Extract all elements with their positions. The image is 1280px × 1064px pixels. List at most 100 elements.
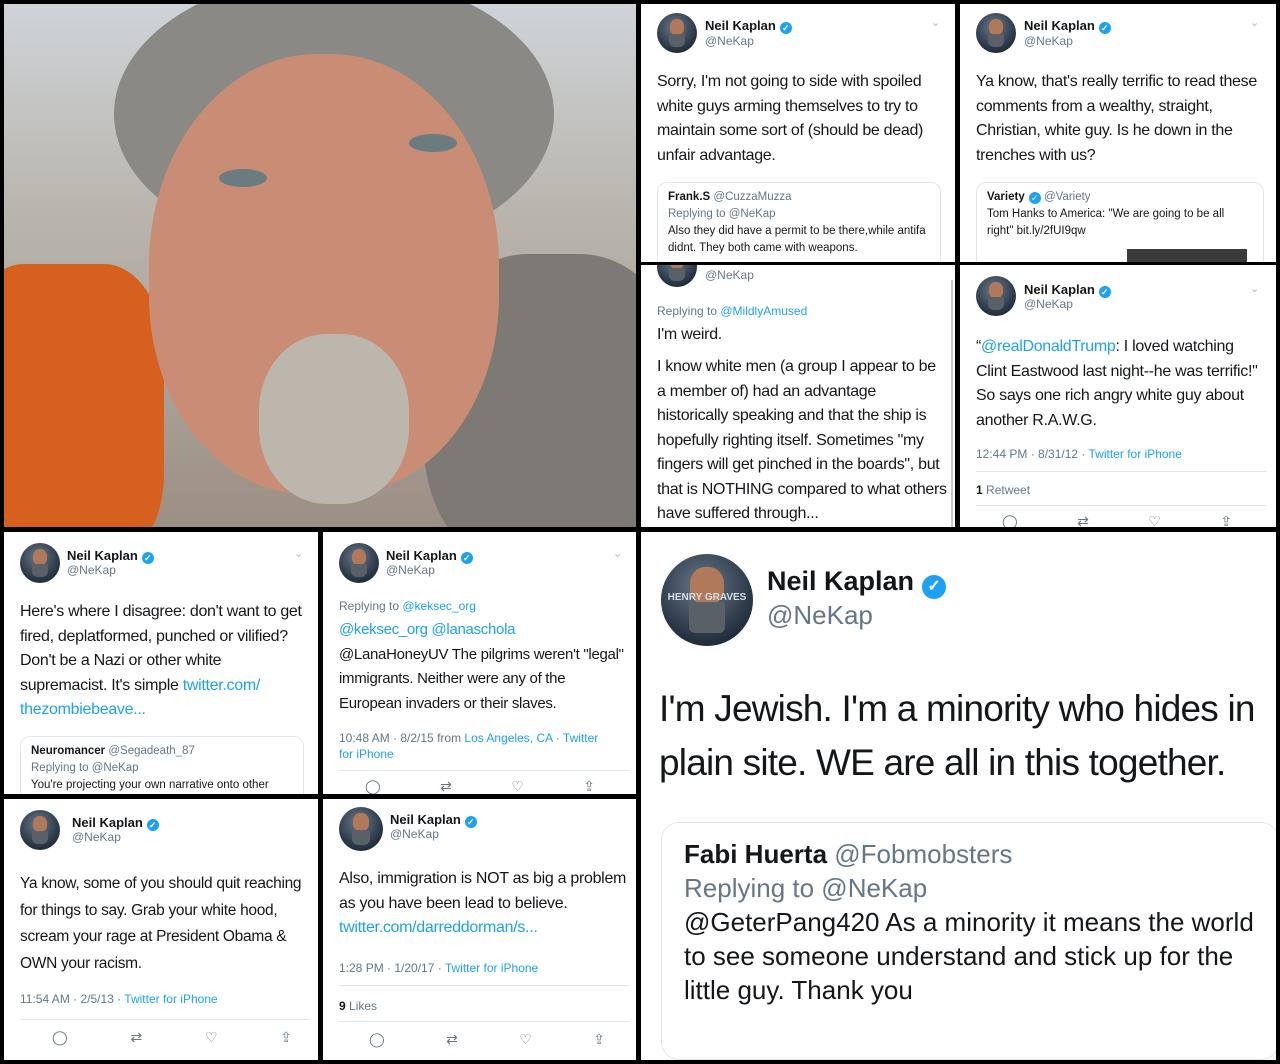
handle[interactable]: @NeKap [386,563,435,577]
retweet-icon[interactable]: ⇄ [440,778,452,794]
tweet-card-3[interactable]: @NeKap Replying to @MildlyAmused I'm wei… [641,265,955,527]
name-text: Neil Kaplan [1024,18,1095,33]
chevron-down-icon[interactable]: ⌄ [1250,282,1259,295]
avatar-badge-text: HENRY GRAVES [667,592,747,603]
avatar[interactable] [657,265,697,287]
handle[interactable]: @NeKap [72,830,121,844]
display-name[interactable]: Neil Kaplan ✓ [386,548,473,564]
time-text: 11:54 AM · 2/5/13 · [20,992,125,1006]
tweet-card-8[interactable]: Neil Kaplan ✓ @NeKap Also, immigration is… [323,799,636,1060]
reply-context: Replying to @MildlyAmused [657,304,807,318]
time-text: 10:48 AM · 8/2/15 from [339,731,465,745]
avatar[interactable] [976,13,1016,53]
share-icon[interactable]: ⇪ [1220,513,1232,527]
retweet-number: 1 [976,483,983,497]
display-name[interactable]: Neil Kaplan ✓ [1024,18,1111,34]
verified-icon: ✓ [1098,22,1111,34]
chevron-down-icon[interactable]: ⌄ [613,547,622,560]
quote-reply: Replying to @NeKap [684,873,928,903]
reply-icon[interactable]: ◯ [365,778,381,794]
quoted-tweet[interactable]: Neuromancer @Segadeath_87 Replying to @N… [20,736,304,794]
tweet-text: Ya know, some of you should quit reachin… [20,875,302,972]
quoted-tweet[interactable]: Fabi Huerta @Fobmobsters Replying to @Ne… [661,822,1276,1060]
verified-icon: ✓ [146,819,159,831]
separator: · [552,731,563,745]
avatar[interactable] [657,13,697,53]
tweet-card-5[interactable]: Neil Kaplan ✓ @NeKap ⌄ Here's where I dis… [4,532,318,794]
avatar[interactable] [20,543,60,583]
avatar[interactable] [20,810,60,850]
share-icon[interactable]: ⇪ [583,778,595,794]
tweet-card-4[interactable]: Neil Kaplan ✓ @NeKap ⌄ “@realDonaldTrump:… [960,265,1276,527]
display-name[interactable]: Neil Kaplan ✓ [1024,282,1111,298]
scrollbar[interactable] [951,280,953,527]
place-link[interactable]: Los Angeles, CA [464,731,552,745]
tweet-card-9[interactable]: HENRY GRAVES Neil Kaplan ✓ @NeKap I'm Jew… [641,532,1276,1060]
tweet-card-2[interactable]: Neil Kaplan ✓ @NeKap ⌄ Ya know, that's re… [960,4,1276,262]
handle[interactable]: @NeKap [390,827,439,841]
chevron-down-icon[interactable]: ⌄ [1250,16,1259,29]
source-link[interactable]: Twitter for iPhone [124,992,217,1006]
tweet-text: Here's where I disagree: don't want to g… [20,600,305,723]
tweet-card-1[interactable]: Neil Kaplan ✓ @NeKap ⌄ Sorry, I'm not goi… [641,4,955,262]
retweet-icon[interactable]: ⇄ [446,1031,458,1048]
heart-icon[interactable]: ♡ [519,1031,532,1048]
source-link[interactable]: Twitter for iPhone [1089,447,1182,461]
share-icon[interactable]: ⇪ [280,1029,292,1046]
tweet-card-7[interactable]: Neil Kaplan ✓ @NeKap Ya know, some of you… [4,799,318,1060]
action-bar: ◯ ⇄ ♡ ⇪ [52,1029,292,1046]
timestamp: 12:44 PM · 8/31/12 · Twitter for iPhone [976,447,1182,461]
tweet-card-6[interactable]: Neil Kaplan ✓ @NeKap ⌄ Replying to @kekse… [323,532,636,794]
mention-links[interactable]: @keksec_org @lanaschola [339,621,515,638]
reply-icon[interactable]: ◯ [52,1029,68,1046]
heart-icon[interactable]: ♡ [511,778,524,794]
avatar[interactable]: HENRY GRAVES [661,554,753,646]
source-link[interactable]: Twitter for iPhone [445,961,538,975]
reply-to-link[interactable]: @keksec_org [402,599,476,613]
mention-link[interactable]: @realDonaldTrump [981,338,1116,355]
display-name[interactable]: Neil Kaplan ✓ [767,566,947,599]
quote-text: Also they did have a permit to be there,… [668,225,926,254]
reply-icon[interactable]: ◯ [369,1031,385,1048]
divider [339,1021,629,1022]
retweet-icon[interactable]: ⇄ [130,1029,142,1046]
avatar[interactable] [339,543,379,583]
action-bar: ◯ ⇄ ♡ ⇪ [369,1031,605,1048]
handle[interactable]: @NeKap [767,600,873,631]
reply-icon[interactable]: ◯ [1002,513,1018,527]
action-bar: ◯ ⇄ ♡ ⇪ [365,778,595,794]
likes-count[interactable]: 9 Likes [339,999,377,1013]
handle[interactable]: @NeKap [1024,34,1073,48]
handle[interactable]: @NeKap [1024,297,1073,311]
handle[interactable]: @NeKap [67,563,116,577]
beard-shape [259,334,409,504]
display-name[interactable]: Neil Kaplan ✓ [390,812,477,828]
display-name[interactable]: Neil Kaplan ✓ [67,548,154,564]
quote-name: Fabi Huerta [684,839,828,869]
quote-reply: Replying to @NeKap [668,208,776,220]
name-text: Neil Kaplan [705,18,776,33]
avatar[interactable] [339,807,383,851]
heart-icon[interactable]: ♡ [1148,513,1161,527]
display-name[interactable]: Neil Kaplan ✓ [705,18,792,34]
heart-icon[interactable]: ♡ [205,1029,218,1046]
reply-prefix: Replying to [657,304,721,318]
quote-name: Neuromancer [31,745,106,757]
share-icon[interactable]: ⇪ [593,1031,605,1048]
tweet-text: I'm Jewish. I'm a minority who hides in … [659,688,1255,783]
chevron-down-icon[interactable]: ⌄ [931,16,940,29]
display-name[interactable]: Neil Kaplan ✓ [72,815,159,831]
handle[interactable]: @NeKap [705,34,754,48]
quoted-tweet[interactable]: Frank.S @CuzzaMuzza Replying to @NeKap A… [657,182,941,262]
reply-to-link[interactable]: @MildlyAmused [720,304,807,318]
likes-number: 9 [339,999,346,1013]
handle[interactable]: @NeKap [705,268,754,282]
verified-icon: ✓ [141,552,154,564]
tweet-text: Also, immigration is NOT as big a proble… [339,867,629,941]
retweet-count[interactable]: 1 Retweet [976,483,1030,497]
retweet-icon[interactable]: ⇄ [1077,513,1089,527]
avatar[interactable] [976,276,1016,316]
tweet-link[interactable]: twitter.com/darreddorman/s... [339,919,538,936]
chevron-down-icon[interactable]: ⌄ [294,547,303,560]
quoted-tweet[interactable]: Variety ✓ @Variety Tom Hanks to America: … [976,182,1264,262]
